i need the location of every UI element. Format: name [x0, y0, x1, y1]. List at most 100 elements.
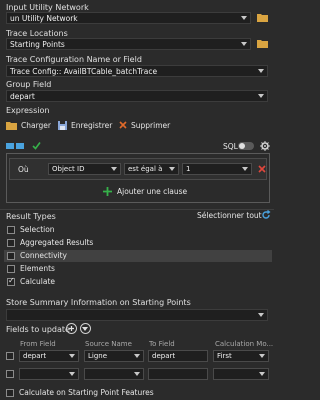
- chevron-down-icon[interactable]: [242, 167, 248, 171]
- result-type-checkbox[interactable]: [7, 239, 15, 247]
- divider: [0, 209, 274, 210]
- source-name-select[interactable]: [84, 368, 144, 380]
- input-network-label: Input Utility Network: [6, 3, 89, 12]
- from-field-select[interactable]: depart: [19, 350, 79, 362]
- header-source-name: Source Name: [85, 340, 132, 348]
- plus-icon: [69, 326, 74, 331]
- to-field-select[interactable]: [148, 368, 208, 380]
- result-type-checkbox[interactable]: [7, 276, 15, 286]
- clause-field-select[interactable]: Object ID: [48, 163, 121, 175]
- input-network-select[interactable]: un Utility Network: [6, 12, 251, 24]
- to-field-value: depart: [152, 352, 176, 360]
- check-icon[interactable]: [32, 141, 41, 150]
- chevron-down-icon[interactable]: [69, 354, 75, 358]
- result-type-item[interactable]: Connectivity: [4, 250, 272, 262]
- result-type-checkbox[interactable]: [7, 226, 15, 234]
- clause-row: Où Object ID est égal à 1: [9, 158, 267, 180]
- sql-toggle[interactable]: [238, 142, 254, 150]
- add-field-button[interactable]: [66, 323, 77, 334]
- clause-prefix: Où: [18, 165, 29, 174]
- toggle-knob: [239, 143, 245, 149]
- calc-starting-checkbox[interactable]: [6, 389, 14, 397]
- result-types-label: Result Types: [6, 212, 56, 221]
- chevron-down-icon: [82, 327, 88, 331]
- input-network-value: un Utility Network: [10, 14, 78, 23]
- calc-starting-label: Calculate on Starting Point Features: [19, 388, 154, 397]
- select-all-link[interactable]: Sélectionner tout: [197, 211, 262, 220]
- folder-icon[interactable]: [257, 13, 268, 22]
- group-field-select[interactable]: depart: [6, 90, 268, 102]
- result-type-item[interactable]: Elements: [4, 263, 272, 275]
- refresh-icon[interactable]: [261, 210, 271, 220]
- save-label: Enregistrer: [71, 121, 113, 130]
- delete-label: Supprimer: [131, 121, 171, 130]
- result-type-item[interactable]: Calculate: [4, 276, 272, 288]
- from-field-value: depart: [23, 352, 47, 360]
- chevron-down-icon[interactable]: [259, 354, 265, 358]
- source-name-value: Ligne: [88, 352, 108, 360]
- from-field-select[interactable]: [19, 368, 79, 380]
- to-field-select[interactable]: depart: [148, 350, 208, 362]
- chevron-down-icon[interactable]: [69, 372, 75, 376]
- chevron-down-icon[interactable]: [134, 354, 140, 358]
- summary-select[interactable]: [6, 309, 268, 321]
- row-select-handle[interactable]: [6, 370, 14, 378]
- chevron-down-icon[interactable]: [258, 94, 264, 98]
- remove-clause-icon[interactable]: [258, 165, 266, 173]
- delete-icon: [119, 121, 127, 129]
- plus-icon: [103, 187, 112, 196]
- header-from-field: From Field: [20, 340, 56, 348]
- result-type-checkbox[interactable]: [7, 265, 15, 273]
- clause-operator-select[interactable]: est égal à: [124, 163, 179, 175]
- load-label: Charger: [21, 121, 51, 130]
- view-toggle-icon[interactable]: [6, 143, 14, 149]
- summary-label: Store Summary Information on Starting Po…: [6, 298, 191, 307]
- clause-value-select[interactable]: 1: [182, 163, 252, 175]
- result-type-label: Calculate: [20, 277, 56, 286]
- source-name-select[interactable]: Ligne: [84, 350, 144, 362]
- expand-fields-button[interactable]: [80, 323, 91, 334]
- header-to-field: To Field: [149, 340, 175, 348]
- trace-locations-label: Trace Locations: [6, 29, 68, 38]
- clause-box: Où Object ID est égal à 1 Ajouter une cl…: [6, 153, 270, 203]
- chevron-down-icon[interactable]: [111, 167, 117, 171]
- result-type-item[interactable]: Selection: [4, 224, 272, 236]
- view-list-icon[interactable]: [16, 143, 24, 149]
- group-field-value: depart: [10, 92, 35, 101]
- header-calc-mode: Calculation Mo...: [215, 340, 274, 348]
- chevron-down-icon[interactable]: [258, 313, 264, 317]
- result-type-label: Selection: [20, 225, 55, 234]
- chevron-down-icon[interactable]: [241, 42, 247, 46]
- trace-config-value: Trace Config:: AvailBTCable_batchTrace: [10, 67, 158, 76]
- result-type-label: Elements: [20, 264, 55, 273]
- chevron-down-icon[interactable]: [134, 372, 140, 376]
- open-folder-icon: [6, 122, 17, 130]
- row-select-handle[interactable]: [6, 352, 14, 360]
- add-clause-label: Ajouter une clause: [117, 187, 188, 196]
- folder-icon[interactable]: [257, 39, 268, 48]
- result-type-item[interactable]: Aggregated Results: [4, 237, 272, 249]
- calc-mode-select[interactable]: [213, 368, 269, 380]
- calc-mode-value: First: [217, 352, 232, 360]
- trace-config-label: Trace Configuration Name or Field: [6, 55, 142, 64]
- expression-label: Expression: [6, 106, 50, 115]
- result-type-checkbox[interactable]: [7, 252, 15, 260]
- clause-operator-value: est égal à: [128, 165, 163, 173]
- clause-field-value: Object ID: [52, 165, 85, 173]
- sql-label: SQL: [223, 142, 238, 151]
- chevron-down-icon[interactable]: [258, 69, 264, 73]
- result-type-label: Aggregated Results: [20, 238, 94, 247]
- save-icon: [58, 121, 67, 130]
- result-type-label: Connectivity: [20, 251, 67, 260]
- calc-mode-select[interactable]: First: [213, 350, 269, 362]
- group-field-label: Group Field: [6, 80, 52, 89]
- chevron-down-icon[interactable]: [169, 167, 175, 171]
- fields-to-update-label: Fields to update: [6, 325, 70, 334]
- clause-value: 1: [186, 165, 191, 173]
- gear-icon[interactable]: [260, 141, 270, 151]
- trace-locations-value: Starting Points: [10, 40, 65, 49]
- trace-config-select[interactable]: Trace Config:: AvailBTCable_batchTrace: [6, 65, 268, 77]
- chevron-down-icon[interactable]: [241, 16, 247, 20]
- trace-locations-select[interactable]: Starting Points: [6, 38, 251, 50]
- chevron-down-icon[interactable]: [259, 372, 265, 376]
